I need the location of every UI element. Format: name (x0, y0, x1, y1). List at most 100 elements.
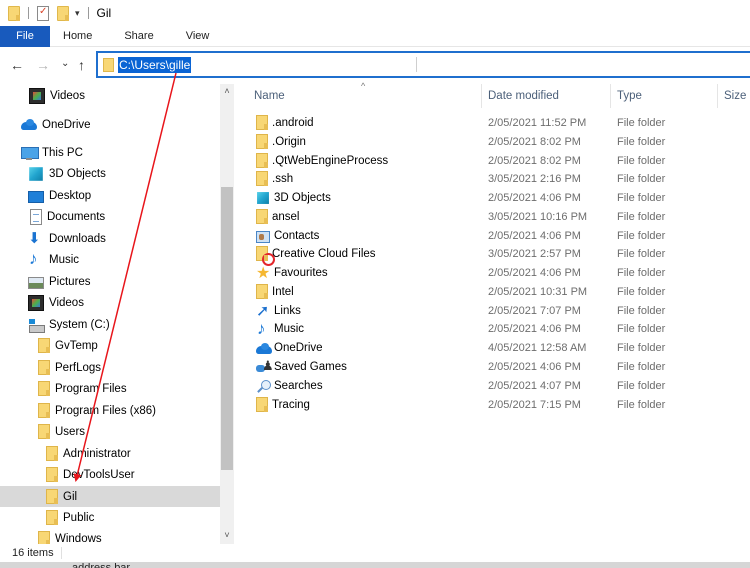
nav-item-program-files[interactable]: Program Files (0, 378, 220, 399)
nav-item-videos[interactable]: Videos (0, 85, 220, 106)
address-path[interactable]: C:\Users\gille (118, 57, 192, 73)
up-arrow-icon[interactable]: ↑ (78, 58, 85, 72)
nav-item-videos-pc[interactable]: Videos (0, 292, 220, 313)
file-row[interactable]: OneDrive 4/05/2021 12:58 AM File folder (236, 338, 750, 357)
folder-icon (46, 510, 58, 525)
file-name: Links (274, 304, 301, 317)
file-date: 2/05/2021 4:06 PM (488, 191, 581, 204)
nav-item-public[interactable]: Public (0, 507, 220, 528)
divider (61, 547, 62, 559)
file-row[interactable]: Creative Cloud Files 3/05/2021 2:57 PM F… (236, 244, 750, 266)
file-name: .android (272, 116, 314, 129)
file-date: 2/05/2021 7:15 PM (488, 398, 581, 411)
folder-icon (46, 467, 58, 482)
ribbon-tabs: File Home Share View (0, 26, 750, 47)
videos-icon (29, 87, 45, 104)
file-type: File folder (617, 172, 666, 185)
column-header-size[interactable]: Size (724, 90, 746, 102)
properties-icon[interactable] (37, 5, 49, 21)
nav-item-label: Public (63, 511, 95, 524)
file-type: File folder (617, 304, 666, 317)
nav-item-this-pc[interactable]: This PC (0, 142, 220, 163)
scroll-up-chevron-icon[interactable]: ˄ (220, 86, 234, 96)
file-row[interactable]: .ssh 3/05/2021 2:16 PM File folder (236, 169, 750, 188)
file-row[interactable]: .QtWebEngineProcess 2/05/2021 8:02 PM Fi… (236, 151, 750, 170)
new-folder-icon[interactable] (57, 5, 69, 21)
back-arrow-icon[interactable]: ← (10, 58, 24, 72)
file-row[interactable]: 3D Objects 2/05/2021 4:06 PM File folder (236, 188, 750, 207)
title-bar: ▾ Gil (0, 0, 750, 26)
file-row[interactable]: Intel 2/05/2021 10:31 PM File folder (236, 282, 750, 301)
nav-item-gvtemp[interactable]: GvTemp (0, 335, 220, 356)
this-pc-icon (21, 145, 39, 161)
nav-item-label: Program Files (55, 382, 127, 395)
address-bar[interactable]: C:\Users\gille (96, 51, 750, 78)
divider (87, 7, 89, 19)
folder-icon (103, 58, 114, 72)
recent-locations-chevron-icon[interactable]: ⌄ (61, 57, 69, 71)
folder-icon (256, 153, 268, 168)
nav-item-program-files-x86[interactable]: Program Files (x86) (0, 400, 220, 421)
nav-item-administrator[interactable]: Administrator (0, 443, 220, 464)
folder-icon (256, 115, 268, 130)
tab-file[interactable]: File (0, 26, 50, 47)
file-row[interactable]: Music 2/05/2021 4:06 PM File folder (236, 319, 750, 339)
file-row[interactable]: ansel 3/05/2021 10:16 PM File folder (236, 207, 750, 226)
column-header-date-modified[interactable]: Date modified (488, 90, 559, 102)
file-row[interactable]: .Origin 2/05/2021 8:02 PM File folder (236, 132, 750, 151)
sort-ascending-icon: ^ (361, 81, 366, 91)
nav-item-label: Music (49, 253, 80, 266)
nav-item-documents[interactable]: Documents (0, 206, 220, 227)
file-type: File folder (617, 229, 666, 242)
column-header-type[interactable]: Type (617, 90, 642, 102)
column-divider[interactable] (610, 84, 611, 108)
tab-home[interactable]: Home (50, 26, 108, 47)
customize-dropdown-icon[interactable]: ▾ (75, 8, 80, 19)
folder-icon (256, 134, 268, 149)
file-row[interactable]: .android 2/05/2021 11:52 PM File folder (236, 113, 750, 132)
nav-item-downloads[interactable]: Downloads (0, 228, 220, 249)
links-icon (256, 301, 270, 321)
nav-item-windows[interactable]: Windows (0, 528, 220, 544)
tab-share[interactable]: Share (108, 26, 169, 47)
nav-item-devtoolsuser[interactable]: DevToolsUser (0, 464, 220, 485)
file-name: .QtWebEngineProcess (272, 154, 389, 167)
file-date: 2/05/2021 4:06 PM (488, 266, 581, 279)
column-divider[interactable] (717, 84, 718, 108)
file-row[interactable]: Links 2/05/2021 7:07 PM File folder (236, 301, 750, 321)
file-row[interactable]: Searches 2/05/2021 4:07 PM File folder (236, 376, 750, 395)
file-date: 2/05/2021 4:06 PM (488, 322, 581, 335)
nav-item-desktop[interactable]: Desktop (0, 185, 220, 206)
background-below-window: address bar (0, 562, 750, 568)
file-row[interactable]: Favourites 2/05/2021 4:06 PM File folder (236, 263, 750, 283)
nav-item-music[interactable]: Music (0, 249, 220, 270)
saved-games-icon (256, 358, 274, 374)
nav-item-label: System (C:) (49, 318, 110, 331)
file-date: 2/05/2021 10:31 PM (488, 285, 588, 298)
nav-item-users[interactable]: Users (0, 421, 220, 442)
column-divider[interactable] (481, 84, 482, 108)
scrollbar-thumb[interactable] (221, 187, 233, 470)
file-row[interactable]: Contacts 2/05/2021 4:06 PM File folder (236, 226, 750, 245)
nav-item-label: Desktop (49, 189, 92, 202)
column-header-name[interactable]: Name (254, 90, 285, 102)
window-title: Gil (96, 6, 112, 20)
nav-pane-scrollbar[interactable]: ˄ ˅ (220, 84, 234, 544)
forward-arrow-icon[interactable]: → (36, 58, 50, 72)
nav-item-pictures[interactable]: Pictures (0, 271, 220, 292)
downloads-icon (28, 229, 44, 247)
file-type: File folder (617, 116, 666, 129)
file-date: 3/05/2021 2:57 PM (488, 247, 581, 260)
tab-view[interactable]: View (170, 26, 226, 47)
nav-item-3d-objects[interactable]: 3D Objects (0, 163, 220, 184)
nav-item-system-c[interactable]: System (C:) (0, 314, 220, 335)
file-row[interactable]: Saved Games 2/05/2021 4:06 PM File folde… (236, 357, 750, 376)
file-date: 4/05/2021 12:58 AM (488, 341, 587, 354)
file-name: Creative Cloud Files (272, 247, 376, 260)
nav-item-onedrive[interactable]: OneDrive (0, 114, 220, 135)
nav-item-gil[interactable]: Gil (0, 486, 220, 507)
file-row[interactable]: Tracing 2/05/2021 7:15 PM File folder (236, 395, 750, 414)
scroll-down-chevron-icon[interactable]: ˅ (220, 530, 234, 540)
folder-icon (38, 531, 50, 544)
nav-item-perflogs[interactable]: PerfLogs (0, 357, 220, 378)
